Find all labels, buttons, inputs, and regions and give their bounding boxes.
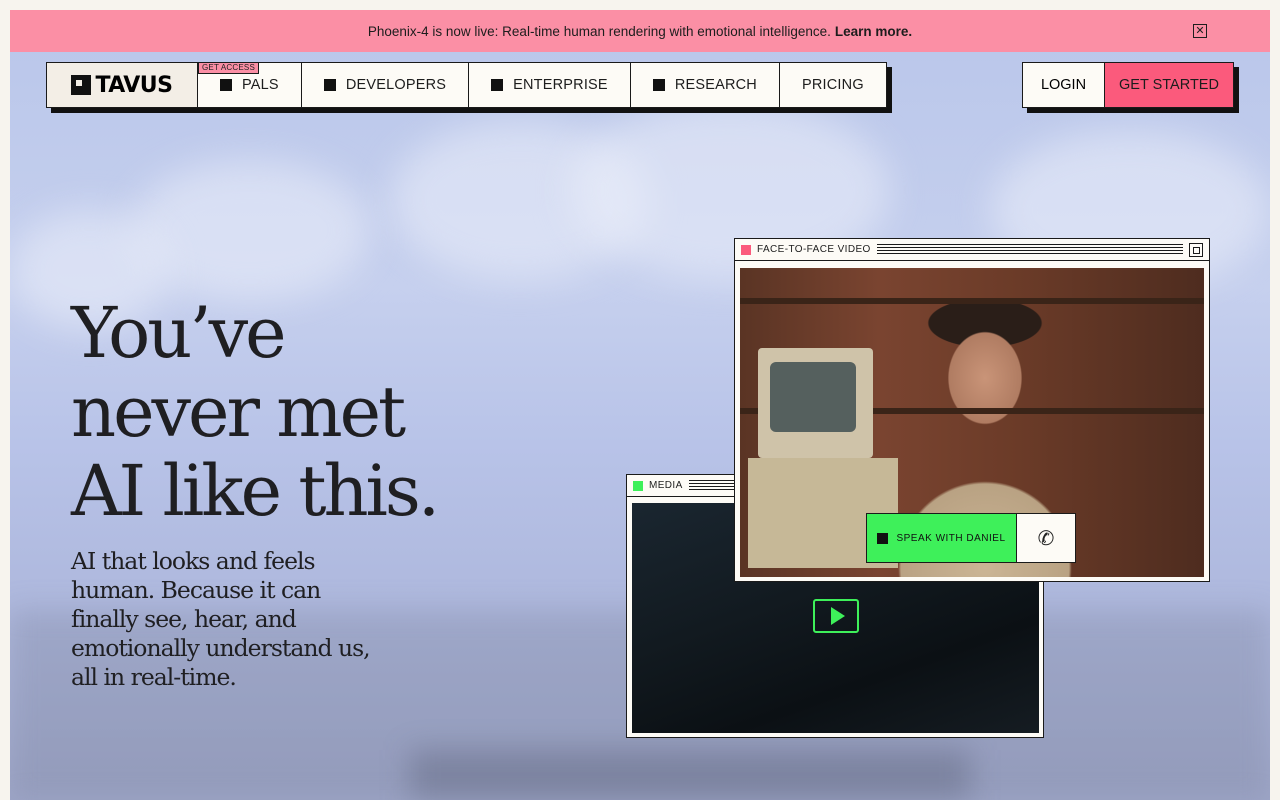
login-button[interactable]: LOGIN <box>1023 63 1105 107</box>
nav-item-enterprise[interactable]: ENTERPRISE <box>469 63 631 107</box>
status-dot-icon <box>741 244 751 255</box>
square-icon <box>491 79 504 91</box>
hero-title-line: You’ve <box>71 292 287 374</box>
video-window-titlebar: FACE-TO-FACE VIDEO <box>735 239 1209 261</box>
status-dot-icon <box>633 480 643 491</box>
nav-item-label: PALS <box>242 77 279 93</box>
nav-item-developers[interactable]: DEVELOPERS <box>302 63 470 107</box>
logo[interactable]: TAVUS <box>47 63 198 107</box>
shelf <box>740 298 1204 304</box>
auth-buttons: LOGIN GET STARTED <box>1022 62 1234 108</box>
page-frame: Phoenix-4 is now live: Real-time human r… <box>10 10 1270 800</box>
nav-item-label: RESEARCH <box>674 77 757 93</box>
nav-item-label: DEVELOPERS <box>345 77 447 93</box>
nav-item-pricing[interactable]: PRICING <box>780 63 886 107</box>
square-icon <box>877 532 889 544</box>
crt-monitor <box>758 348 873 458</box>
square-icon <box>220 79 232 91</box>
haze <box>410 750 970 800</box>
nav-item-research[interactable]: RESEARCH <box>631 63 780 107</box>
nav-item-pals[interactable]: GET ACCESS PALS <box>198 62 302 107</box>
logo-text: TAVUS <box>95 72 173 98</box>
hero-title-line: never met <box>71 371 406 453</box>
phone-icon[interactable]: ✆ <box>1017 514 1075 562</box>
speak-label: SPEAK WITH DANIEL <box>896 532 1006 544</box>
speak-cta: SPEAK WITH DANIEL ✆ <box>866 513 1076 563</box>
get-access-tag: GET ACCESS <box>198 62 259 74</box>
learn-more-link[interactable]: Learn more. <box>835 24 912 39</box>
video-window-label: FACE-TO-FACE VIDEO <box>757 244 871 255</box>
main-nav: TAVUS GET ACCESS PALS DEVELOPERS ENTERPR… <box>46 62 887 108</box>
square-icon <box>323 79 336 91</box>
square-icon <box>652 79 665 91</box>
close-icon[interactable]: ✕ <box>1193 24 1207 38</box>
hero-title: You’ve never met AI like this. <box>71 294 471 531</box>
announcement-banner: Phoenix-4 is now live: Real-time human r… <box>10 10 1270 52</box>
speak-with-daniel-button[interactable]: SPEAK WITH DANIEL <box>867 514 1017 562</box>
hero-title-line: AI like this. <box>71 450 440 532</box>
nav-item-label: ENTERPRISE <box>513 77 608 93</box>
play-icon[interactable] <box>813 599 859 633</box>
get-started-button[interactable]: GET STARTED <box>1105 63 1233 107</box>
banner-text: Phoenix-4 is now live: Real-time human r… <box>367 23 831 39</box>
logo-mark-icon <box>71 75 92 95</box>
maximize-icon[interactable] <box>1189 242 1203 257</box>
titlebar-stripes <box>876 244 1183 255</box>
nav-item-label: PRICING <box>801 77 864 93</box>
hero-subtitle: AI that looks and feels human. Because i… <box>71 547 371 691</box>
media-window-label: MEDIA <box>649 480 683 491</box>
